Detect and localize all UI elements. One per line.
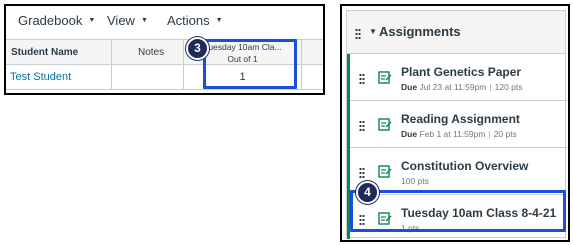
- due-date: Jul 23 at 11:59pm: [419, 82, 487, 92]
- assignment-points: 120 pts: [494, 82, 523, 92]
- gradebook-menu-label: Gradebook: [18, 13, 83, 28]
- due-label: Due: [401, 82, 418, 92]
- highlight-box-assignment-column: [203, 39, 297, 89]
- caret-down-icon: ▼: [215, 17, 223, 24]
- notes-column-header[interactable]: Notes: [112, 39, 184, 65]
- assignment-group-title: Assignments: [379, 24, 461, 39]
- highlight-box-assignment-item: [350, 190, 566, 232]
- assignment-group-header[interactable]: ▼ Assignments: [347, 11, 565, 54]
- actions-menu[interactable]: Actions ▼: [167, 13, 223, 28]
- student-name-column-header[interactable]: Student Name: [6, 39, 112, 65]
- assignment-title[interactable]: Reading Assignment: [401, 112, 520, 126]
- grid-row-divider: [6, 89, 323, 90]
- drag-handle-icon[interactable]: [359, 167, 365, 179]
- drag-handle-icon[interactable]: [355, 28, 361, 40]
- assignment-meta: Due Jul 23 at 11:59pm | 120 pts: [401, 82, 523, 92]
- callout-badge-3: 3: [186, 37, 209, 60]
- caret-down-icon: ▼: [88, 17, 96, 24]
- assignment-meta: Due Feb 1 at 11:59pm | 20 pts: [401, 129, 517, 139]
- view-menu[interactable]: View ▼: [107, 13, 148, 28]
- assignment-item-constitution[interactable]: Constitution Overview 100 pts: [350, 149, 567, 195]
- actions-menu-label: Actions: [167, 13, 210, 28]
- drag-handle-icon[interactable]: [359, 120, 365, 132]
- callout-badge-4: 4: [356, 181, 379, 204]
- assignment-item-plant-genetics[interactable]: Plant Genetics Paper Due Jul 23 at 11:59…: [350, 55, 567, 101]
- view-menu-label: View: [107, 13, 135, 28]
- gradebook-menubar: Gradebook ▼ View ▼ Actions ▼: [6, 6, 323, 36]
- assignment-title[interactable]: Constitution Overview: [401, 159, 528, 173]
- assignment-title[interactable]: Plant Genetics Paper: [401, 65, 521, 79]
- assignment-points: 100 pts: [401, 176, 429, 186]
- grid-header-filler: [302, 39, 323, 65]
- drag-handle-icon[interactable]: [359, 73, 365, 85]
- student-name-link[interactable]: Test Student: [6, 65, 112, 89]
- caret-down-icon: ▼: [140, 17, 148, 24]
- due-date: Feb 1 at 11:59pm: [419, 129, 486, 139]
- caret-down-icon[interactable]: ▼: [369, 27, 377, 36]
- gradebook-menu[interactable]: Gradebook ▼: [18, 13, 95, 28]
- assignment-item-reading[interactable]: Reading Assignment Due Feb 1 at 11:59pm |…: [350, 102, 567, 148]
- due-label: Due: [401, 129, 418, 139]
- assignment-icon: [378, 165, 392, 178]
- assignment-icon: [378, 118, 392, 131]
- notes-cell[interactable]: [112, 65, 184, 89]
- assignment-points: 20 pts: [493, 129, 517, 139]
- assignment-icon: [378, 71, 392, 84]
